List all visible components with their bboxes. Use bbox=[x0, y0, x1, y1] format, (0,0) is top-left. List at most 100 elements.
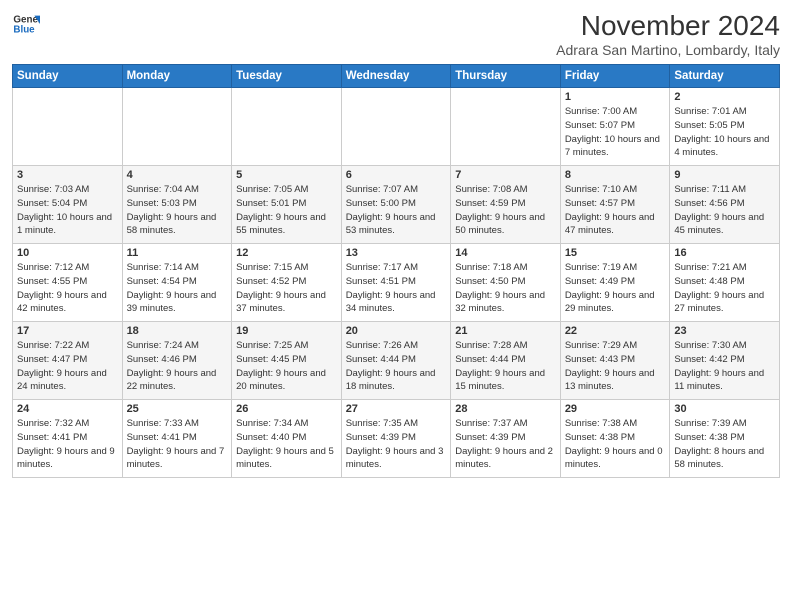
calendar-week-3: 17 Sunrise: 7:22 AMSunset: 4:47 PMDayligh… bbox=[13, 322, 780, 400]
day-info: Sunrise: 7:03 AMSunset: 5:04 PMDaylight:… bbox=[17, 183, 118, 238]
calendar-week-2: 10 Sunrise: 7:12 AMSunset: 4:55 PMDayligh… bbox=[13, 244, 780, 322]
day-info: Sunrise: 7:07 AMSunset: 5:00 PMDaylight:… bbox=[346, 183, 447, 238]
day-number: 7 bbox=[455, 169, 556, 181]
calendar-week-1: 3 Sunrise: 7:03 AMSunset: 5:04 PMDaylight… bbox=[13, 166, 780, 244]
logo: General Blue bbox=[12, 10, 40, 38]
day-info: Sunrise: 7:12 AMSunset: 4:55 PMDaylight:… bbox=[17, 261, 118, 316]
day-info: Sunrise: 7:11 AMSunset: 4:56 PMDaylight:… bbox=[674, 183, 775, 238]
day-number: 23 bbox=[674, 325, 775, 337]
day-number: 18 bbox=[127, 325, 228, 337]
day-info: Sunrise: 7:18 AMSunset: 4:50 PMDaylight:… bbox=[455, 261, 556, 316]
day-number: 14 bbox=[455, 247, 556, 259]
day-number: 9 bbox=[674, 169, 775, 181]
day-info: Sunrise: 7:37 AMSunset: 4:39 PMDaylight:… bbox=[455, 417, 556, 472]
day-info: Sunrise: 7:08 AMSunset: 4:59 PMDaylight:… bbox=[455, 183, 556, 238]
day-info: Sunrise: 7:24 AMSunset: 4:46 PMDaylight:… bbox=[127, 339, 228, 394]
day-info: Sunrise: 7:29 AMSunset: 4:43 PMDaylight:… bbox=[565, 339, 666, 394]
table-row: 26 Sunrise: 7:34 AMSunset: 4:40 PMDayligh… bbox=[232, 400, 342, 478]
table-row: 24Sunrise: 7:32 AMSunset: 4:41 PMDayligh… bbox=[13, 400, 123, 478]
table-row: 6Sunrise: 7:07 AMSunset: 5:00 PMDaylight… bbox=[341, 166, 451, 244]
day-number: 10 bbox=[17, 247, 118, 259]
calendar-week-0: 1Sunrise: 7:00 AMSunset: 5:07 PMDaylight… bbox=[13, 88, 780, 166]
day-number: 29 bbox=[565, 403, 666, 415]
location: Adrara San Martino, Lombardy, Italy bbox=[556, 42, 780, 58]
day-info: Sunrise: 7:25 AMSunset: 4:45 PMDaylight:… bbox=[236, 339, 337, 394]
table-row: 17 Sunrise: 7:22 AMSunset: 4:47 PMDayligh… bbox=[13, 322, 123, 400]
header: General Blue November 2024 Adrara San Ma… bbox=[12, 10, 780, 58]
table-row: 8 Sunrise: 7:10 AMSunset: 4:57 PMDaylight… bbox=[560, 166, 670, 244]
col-sunday: Sunday bbox=[13, 65, 123, 88]
day-info: Sunrise: 7:38 AMSunset: 4:38 PMDaylight:… bbox=[565, 417, 666, 472]
day-number: 17 bbox=[17, 325, 118, 337]
day-number: 13 bbox=[346, 247, 447, 259]
table-row: 30 Sunrise: 7:39 AMSunset: 4:38 PMDayligh… bbox=[670, 400, 780, 478]
table-row: 10 Sunrise: 7:12 AMSunset: 4:55 PMDayligh… bbox=[13, 244, 123, 322]
day-number: 3 bbox=[17, 169, 118, 181]
table-row bbox=[451, 88, 561, 166]
day-number: 22 bbox=[565, 325, 666, 337]
day-info: Sunrise: 7:30 AMSunset: 4:42 PMDaylight:… bbox=[674, 339, 775, 394]
day-number: 11 bbox=[127, 247, 228, 259]
day-number: 8 bbox=[565, 169, 666, 181]
day-info: Sunrise: 7:22 AMSunset: 4:47 PMDaylight:… bbox=[17, 339, 118, 394]
calendar-table: Sunday Monday Tuesday Wednesday Thursday… bbox=[12, 64, 780, 478]
calendar-week-4: 24Sunrise: 7:32 AMSunset: 4:41 PMDayligh… bbox=[13, 400, 780, 478]
day-number: 27 bbox=[346, 403, 447, 415]
day-info: Sunrise: 7:10 AMSunset: 4:57 PMDaylight:… bbox=[565, 183, 666, 238]
day-info: Sunrise: 7:00 AMSunset: 5:07 PMDaylight:… bbox=[565, 105, 666, 160]
day-info: Sunrise: 7:39 AMSunset: 4:38 PMDaylight:… bbox=[674, 417, 775, 472]
day-number: 28 bbox=[455, 403, 556, 415]
col-friday: Friday bbox=[560, 65, 670, 88]
day-number: 21 bbox=[455, 325, 556, 337]
day-number: 30 bbox=[674, 403, 775, 415]
day-info: Sunrise: 7:04 AMSunset: 5:03 PMDaylight:… bbox=[127, 183, 228, 238]
table-row: 21 Sunrise: 7:28 AMSunset: 4:44 PMDayligh… bbox=[451, 322, 561, 400]
day-number: 26 bbox=[236, 403, 337, 415]
table-row: 19 Sunrise: 7:25 AMSunset: 4:45 PMDayligh… bbox=[232, 322, 342, 400]
col-thursday: Thursday bbox=[451, 65, 561, 88]
table-row: 28 Sunrise: 7:37 AMSunset: 4:39 PMDayligh… bbox=[451, 400, 561, 478]
header-row: Sunday Monday Tuesday Wednesday Thursday… bbox=[13, 65, 780, 88]
table-row: 27Sunrise: 7:35 AMSunset: 4:39 PMDayligh… bbox=[341, 400, 451, 478]
col-tuesday: Tuesday bbox=[232, 65, 342, 88]
table-row: 5 Sunrise: 7:05 AMSunset: 5:01 PMDaylight… bbox=[232, 166, 342, 244]
day-info: Sunrise: 7:34 AMSunset: 4:40 PMDaylight:… bbox=[236, 417, 337, 472]
day-number: 5 bbox=[236, 169, 337, 181]
table-row: 2 Sunrise: 7:01 AMSunset: 5:05 PMDaylight… bbox=[670, 88, 780, 166]
table-row: 20 Sunrise: 7:26 AMSunset: 4:44 PMDayligh… bbox=[341, 322, 451, 400]
col-wednesday: Wednesday bbox=[341, 65, 451, 88]
day-info: Sunrise: 7:17 AMSunset: 4:51 PMDaylight:… bbox=[346, 261, 447, 316]
month-title: November 2024 bbox=[556, 10, 780, 42]
title-block: November 2024 Adrara San Martino, Lombar… bbox=[556, 10, 780, 58]
day-number: 2 bbox=[674, 91, 775, 103]
table-row bbox=[122, 88, 232, 166]
day-number: 20 bbox=[346, 325, 447, 337]
table-row bbox=[341, 88, 451, 166]
day-info: Sunrise: 7:26 AMSunset: 4:44 PMDaylight:… bbox=[346, 339, 447, 394]
day-number: 19 bbox=[236, 325, 337, 337]
day-number: 12 bbox=[236, 247, 337, 259]
day-info: Sunrise: 7:28 AMSunset: 4:44 PMDaylight:… bbox=[455, 339, 556, 394]
day-number: 15 bbox=[565, 247, 666, 259]
col-saturday: Saturday bbox=[670, 65, 780, 88]
table-row bbox=[13, 88, 123, 166]
logo-icon: General Blue bbox=[12, 10, 40, 38]
day-info: Sunrise: 7:15 AMSunset: 4:52 PMDaylight:… bbox=[236, 261, 337, 316]
day-info: Sunrise: 7:01 AMSunset: 5:05 PMDaylight:… bbox=[674, 105, 775, 160]
table-row bbox=[232, 88, 342, 166]
day-info: Sunrise: 7:21 AMSunset: 4:48 PMDaylight:… bbox=[674, 261, 775, 316]
table-row: 13 Sunrise: 7:17 AMSunset: 4:51 PMDayligh… bbox=[341, 244, 451, 322]
table-row: 18 Sunrise: 7:24 AMSunset: 4:46 PMDayligh… bbox=[122, 322, 232, 400]
day-info: Sunrise: 7:19 AMSunset: 4:49 PMDaylight:… bbox=[565, 261, 666, 316]
day-number: 4 bbox=[127, 169, 228, 181]
day-info: Sunrise: 7:05 AMSunset: 5:01 PMDaylight:… bbox=[236, 183, 337, 238]
day-number: 24 bbox=[17, 403, 118, 415]
svg-text:Blue: Blue bbox=[13, 24, 35, 35]
day-info: Sunrise: 7:14 AMSunset: 4:54 PMDaylight:… bbox=[127, 261, 228, 316]
day-number: 25 bbox=[127, 403, 228, 415]
day-info: Sunrise: 7:33 AMSunset: 4:41 PMDaylight:… bbox=[127, 417, 228, 472]
table-row: 9 Sunrise: 7:11 AMSunset: 4:56 PMDaylight… bbox=[670, 166, 780, 244]
col-monday: Monday bbox=[122, 65, 232, 88]
table-row: 3 Sunrise: 7:03 AMSunset: 5:04 PMDaylight… bbox=[13, 166, 123, 244]
table-row: 12 Sunrise: 7:15 AMSunset: 4:52 PMDayligh… bbox=[232, 244, 342, 322]
